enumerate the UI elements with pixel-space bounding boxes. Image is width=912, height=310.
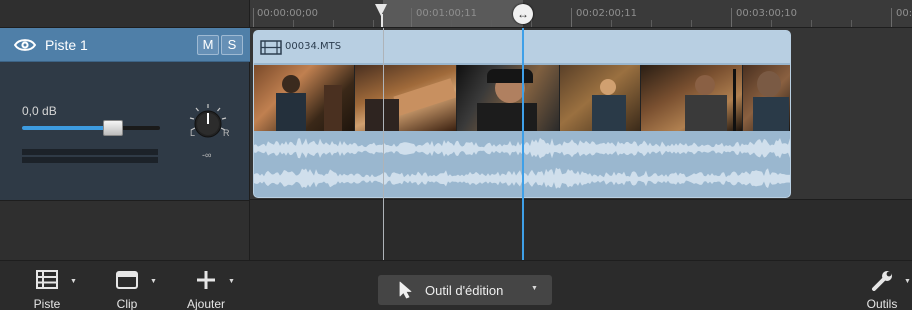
ruler-timecode: 00:01:00;11 [416, 8, 478, 19]
ruler-timecode: 00:00:00;00 [257, 8, 319, 19]
clip-name: 00034.MTS [285, 41, 342, 52]
track-header-empty-area [0, 200, 250, 260]
plus-icon [197, 271, 215, 289]
clip-thumbnail [457, 65, 560, 131]
in-point-line [383, 28, 384, 260]
volume-slider[interactable] [22, 126, 160, 130]
track-menu-label: Piste [33, 297, 61, 310]
ruler-major-tick [411, 8, 412, 27]
time-ruler[interactable]: 00:00:00;00 00:01:00;11 00:02:00;11 00:0… [250, 0, 912, 28]
edit-tool-dropdown[interactable]: Outil d'édition ▼ [378, 275, 552, 305]
volume-slider-thumb[interactable] [103, 120, 124, 136]
clip-thumbnail [254, 65, 355, 131]
track-lane[interactable]: 00034.MTS [250, 28, 912, 200]
clip-thumbnail [559, 65, 641, 131]
ruler-minor-tick [851, 20, 852, 27]
playhead-arrows-icon: ↔ [517, 7, 529, 21]
playhead-handle[interactable]: ↔ [513, 4, 533, 24]
chevron-down-icon: ▼ [904, 278, 911, 285]
timeline-corner [0, 0, 250, 28]
tools-menu-button[interactable]: ▼ Outils [860, 269, 911, 310]
audio-meter-left [22, 149, 158, 155]
ruler-minor-tick [771, 20, 772, 27]
add-menu-label: Ajouter [186, 297, 226, 310]
ruler-minor-tick [651, 20, 652, 27]
ruler-minor-tick [811, 20, 812, 27]
track-header: Piste 1 M S 0,0 dB L R -∞ [0, 28, 250, 200]
volume-fill [22, 126, 114, 130]
playhead-line[interactable] [522, 28, 524, 260]
track-title-bar[interactable]: Piste 1 M S [0, 28, 250, 62]
chevron-down-icon: ▼ [531, 285, 538, 292]
clip-thumbnail [743, 65, 790, 131]
ruler-major-tick [731, 8, 732, 27]
ruler-minor-tick [531, 20, 532, 27]
eye-icon[interactable] [14, 37, 36, 53]
pan-left-label: L [190, 128, 196, 138]
clip-thumbnail [354, 65, 458, 131]
chevron-down-icon: ▼ [70, 278, 77, 285]
volume-value: 0,0 dB [22, 104, 57, 118]
ruler-minor-tick [491, 20, 492, 27]
wrench-icon [872, 271, 892, 291]
ruler-timecode: 00:03:00;10 [736, 8, 798, 19]
ruler-minor-tick [691, 20, 692, 27]
add-menu-button[interactable]: ▼ Ajouter [180, 269, 235, 310]
timeline-area[interactable]: 00034.MTS [250, 28, 912, 260]
solo-button[interactable]: S [221, 35, 243, 55]
ruler-major-tick [253, 8, 254, 27]
mute-button[interactable]: M [197, 35, 219, 55]
edit-tool-label: Outil d'édition [425, 283, 504, 298]
pan-value: -∞ [202, 150, 212, 160]
ruler-major-tick [891, 8, 892, 27]
ruler-minor-tick [293, 20, 294, 27]
track-menu-button[interactable]: ▼ Piste [24, 269, 77, 310]
clip-icon [116, 271, 138, 289]
cursor-arrow-icon [399, 281, 412, 299]
chevron-down-icon: ▼ [228, 278, 235, 285]
track-name: Piste 1 [45, 37, 88, 53]
ruler-minor-tick [451, 20, 452, 27]
ruler-major-tick [571, 8, 572, 27]
chevron-down-icon: ▼ [150, 278, 157, 285]
tools-menu-label: Outils [866, 297, 898, 310]
bottom-toolbar: ▼ Piste ▼ Clip ▼ Ajouter Outil d'édition… [0, 260, 912, 310]
pan-right-label: R [223, 128, 230, 138]
ruler-minor-tick [611, 20, 612, 27]
ruler-minor-tick [373, 20, 374, 27]
film-strip-icon [260, 40, 282, 55]
clip-thumbnail [640, 65, 744, 131]
audio-meter-right [22, 157, 158, 163]
clip-menu-label: Clip [116, 297, 138, 310]
clip-menu-button[interactable]: ▼ Clip [104, 269, 157, 310]
ruler-timecode: 00:02:00;11 [576, 8, 638, 19]
ruler-timecode: 00:0 [896, 8, 912, 19]
track-list-icon [36, 270, 58, 289]
in-point-marker-stem [381, 14, 383, 27]
ruler-minor-tick [333, 20, 334, 27]
